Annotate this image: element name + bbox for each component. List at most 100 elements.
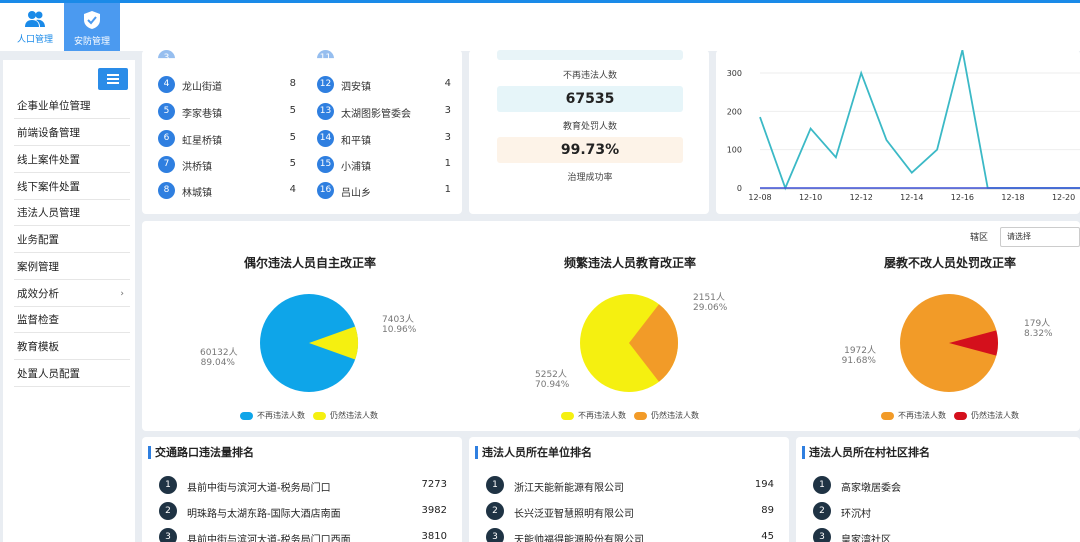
pie-label-big: 1972人 91.68% — [840, 346, 876, 366]
sidebar-item-label: 监督检查 — [17, 314, 59, 326]
rank-number: 15 — [317, 156, 334, 173]
panel-title: 违法人员所在单位排名 — [475, 446, 592, 459]
sidebar-item-case-management[interactable]: 案例管理 — [14, 254, 130, 280]
sidebar-item-enterprise[interactable]: 企事业单位管理 — [14, 93, 130, 119]
list-item: 8 林城镇 4 — [158, 182, 298, 200]
legend-label: 不再违法人数 — [257, 411, 305, 420]
legend-swatch — [561, 411, 574, 420]
sidebar-item-label: 企事业单位管理 — [17, 100, 91, 112]
town-count: 3 — [444, 132, 451, 143]
rank-number: 5 — [158, 103, 175, 120]
pie-legend: 不再违法人数 仍然违法人数 — [240, 410, 378, 421]
row-name: 环沉村 — [841, 509, 871, 520]
y-tick-label: 100 — [727, 146, 742, 155]
sidebar-item-label: 成效分析 — [17, 288, 59, 300]
ranking-panel-communities: 违法人员所在村社区排名 1 高家墩居委会 2 环沉村 3 皇家湾社区 — [796, 437, 1080, 542]
x-tick-label: 12-10 — [799, 193, 822, 202]
line-chart: 300 200 100 0 12-08 12-10 12-12 12-14 12-16 12-18… — [727, 50, 1080, 202]
pie-legend: 不再违法人数 仍然违法人数 — [561, 410, 699, 421]
pie-pct-label: 8.32% — [1024, 329, 1053, 339]
trend-chart-panel: 300 200 100 0 12-08 12-10 12-12 12-14 12-16 12-18… — [716, 50, 1080, 214]
row-count: 194 — [754, 479, 774, 490]
town-name: 和平镇 — [341, 136, 371, 147]
panel-title: 违法人员所在村社区排名 — [802, 446, 930, 459]
rank-number: 2 — [486, 502, 504, 520]
pie-count-label: 7403人 — [382, 315, 414, 325]
town-name: 泗安镇 — [341, 82, 371, 93]
list-item: 15 小浦镇 1 — [317, 156, 457, 174]
sidebar-item-label: 违法人员管理 — [17, 207, 80, 219]
sidebar-item-business-config[interactable]: 业务配置 — [14, 227, 130, 253]
row-name: 皇家湾社区 — [841, 535, 891, 542]
town-name: 龙山街道 — [182, 82, 222, 93]
sidebar-item-online-cases[interactable]: 线上案件处置 — [14, 147, 130, 173]
town-count: 4 — [444, 78, 451, 89]
list-item: 16 吕山乡 1 — [317, 182, 457, 200]
sidebar-item-education-template[interactable]: 教育模板 — [14, 334, 130, 360]
legend-label: 仍然违法人数 — [651, 411, 699, 420]
pie-label-big: 5252人 70.94% — [535, 370, 569, 390]
table-row: 3 天能帅福得能源股份有限公司 45 — [486, 528, 786, 542]
x-tick-label: 12-14 — [900, 193, 923, 202]
town-name: 太湖图影管委会 — [341, 109, 411, 120]
stat-value: 99.73% — [497, 137, 683, 163]
sidebar-item-label: 线下案件处置 — [17, 181, 80, 193]
pie-label-big: 60132人 89.04% — [200, 348, 238, 368]
legend-swatch — [954, 411, 967, 420]
town-count: 8 — [289, 78, 296, 89]
tab-label: 人口管理 — [16, 35, 53, 45]
pie-pct-label: 10.96% — [382, 325, 417, 335]
town-count: 5 — [289, 132, 296, 143]
ranking-panel-intersections: 交通路口违法量排名 1 县前中街与滨河大道-税务局门口 7273 2 明珠路与太湖东路… — [142, 437, 462, 542]
menu-toggle-button[interactable] — [98, 68, 128, 90]
sidebar-item-supervision[interactable]: 监督检查 — [14, 307, 130, 333]
x-tick-label: 12-20 — [1052, 193, 1075, 202]
pie-count-label: 60132人 — [200, 348, 238, 358]
table-row: 3 皇家湾社区 — [813, 528, 1073, 542]
panel-title: 交通路口违法量排名 — [148, 446, 254, 459]
sidebar-item-offenders[interactable]: 违法人员管理 — [14, 200, 130, 226]
sidebar-item-label: 线上案件处置 — [17, 154, 80, 166]
table-row: 3 县前中街与滨河大道-税务局门口西面 3810 — [159, 528, 459, 542]
row-count: 3810 — [421, 531, 447, 542]
rank-number: 1 — [813, 476, 831, 494]
rank-number: 13 — [317, 103, 334, 120]
list-item: 6 虹星桥镇 5 — [158, 130, 298, 148]
town-count: 1 — [444, 184, 451, 195]
chevron-right-icon: › — [120, 289, 124, 299]
rank-number: 8 — [158, 182, 175, 199]
rank-number: 2 — [813, 502, 831, 520]
pie-title: 偶尔违法人员自主改正率 — [243, 256, 376, 270]
stat-label: 不再违法人数 — [562, 71, 617, 81]
tab-label: 安防管理 — [73, 37, 110, 47]
pie-title: 屡教不改人员处罚改正率 — [883, 256, 1016, 270]
tab-security-management[interactable]: 安防管理 — [64, 3, 120, 51]
pie-chart-self-correction — [260, 294, 358, 392]
tab-population-management[interactable]: 人口管理 — [7, 3, 63, 51]
table-row: 2 长兴泛亚智慧照明有限公司 89 — [486, 502, 786, 522]
sidebar-item-handler-config[interactable]: 处置人员配置 — [14, 361, 130, 387]
sidebar-item-effect-analysis[interactable]: 成效分析 › — [14, 281, 130, 307]
table-row: 1 县前中街与滨河大道-税务局门口 7273 — [159, 476, 459, 496]
legend-swatch — [634, 411, 647, 420]
rank-number: 4 — [158, 76, 175, 93]
pie-count-label: 2151人 — [693, 293, 725, 303]
town-name: 虹星桥镇 — [182, 136, 222, 147]
row-name: 县前中街与滨河大道-税务局门口西面 — [187, 535, 351, 542]
town-count: 3 — [444, 105, 451, 116]
list-item-partial: 11 — [317, 50, 457, 59]
rank-number: 3 — [159, 528, 177, 542]
town-count: 1 — [444, 158, 451, 169]
town-name: 林城镇 — [182, 188, 212, 199]
sidebar-item-offline-cases[interactable]: 线下案件处置 — [14, 174, 130, 200]
district-filter-select[interactable]: 请选择 — [1000, 227, 1080, 247]
y-tick-label: 300 — [727, 69, 742, 78]
rank-number: 6 — [158, 130, 175, 147]
sidebar-item-devices[interactable]: 前端设备管理 — [14, 120, 130, 146]
row-count: 45 — [761, 531, 774, 542]
legend-swatch — [313, 411, 326, 420]
town-name: 李家巷镇 — [182, 109, 222, 120]
pie-title: 频繁违法人员教育改正率 — [563, 256, 696, 270]
rank-number: 1 — [486, 476, 504, 494]
legend-label: 仍然违法人数 — [971, 411, 1019, 420]
